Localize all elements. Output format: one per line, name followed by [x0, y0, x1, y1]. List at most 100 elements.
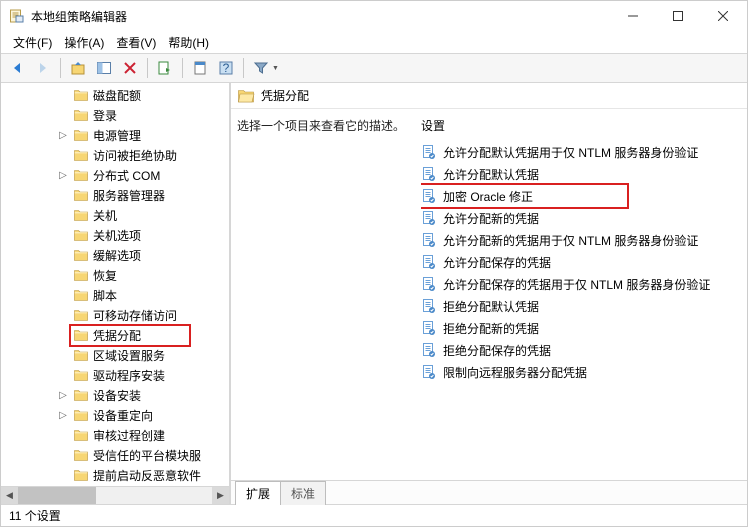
forward-button[interactable] [31, 56, 55, 80]
policy-icon [421, 188, 437, 204]
policy-icon [421, 144, 437, 160]
detail-tabs: 扩展 标准 [231, 480, 747, 504]
status-count: 11 个设置 [9, 507, 61, 524]
detail-pane: 凭据分配 选择一个项目来查看它的描述。 设置 允许分配默认凭据用于仅 NTLM … [231, 83, 747, 504]
export-button[interactable] [153, 56, 177, 80]
titlebar: 本地组策略编辑器 [1, 1, 747, 31]
setting-label: 允许分配默认凭据 [443, 166, 539, 183]
tree-item-label: 关机选项 [93, 227, 141, 244]
properties-button[interactable] [188, 56, 212, 80]
tree-scroll[interactable]: 磁盘配额登录▷电源管理访问被拒绝协助 ▷ 分布式 COM服务器管理器关机关机选项缓解… [1, 83, 229, 486]
expand-icon[interactable]: ▷ [57, 130, 69, 141]
scroll-thumb[interactable] [18, 487, 96, 504]
tree-item[interactable]: 提前启动反恶意软件 [1, 465, 229, 485]
folder-icon [73, 327, 89, 343]
tree-item-label: 可移动存储访问 [93, 307, 177, 324]
tree-item[interactable]: 服务器管理器 [1, 185, 229, 205]
folder-icon [73, 267, 89, 283]
menu-action[interactable]: 操作(A) [60, 32, 108, 53]
filter-button[interactable] [249, 56, 273, 80]
tree-item[interactable]: ▷设备安装 [1, 385, 229, 405]
tree-item[interactable]: 磁盘配额 [1, 85, 229, 105]
tree-item-label: 关机 [93, 207, 117, 224]
setting-row[interactable]: 拒绝分配保存的凭据 [421, 339, 741, 361]
tree-item[interactable]: ▷ 分布式 COM [1, 165, 229, 185]
setting-row[interactable]: 允许分配保存的凭据 [421, 251, 741, 273]
policy-icon [421, 320, 437, 336]
folder-icon [73, 407, 89, 423]
folder-open-icon [237, 87, 255, 105]
setting-row[interactable]: 允许分配默认凭据用于仅 NTLM 服务器身份验证 [421, 141, 741, 163]
scroll-track[interactable] [18, 487, 212, 504]
show-hide-tree-button[interactable] [92, 56, 116, 80]
tree-item[interactable]: ▷ 设备重定向 [1, 405, 229, 425]
up-button[interactable] [66, 56, 90, 80]
menu-file[interactable]: 文件(F) [9, 32, 56, 53]
folder-icon [73, 87, 89, 103]
setting-label: 加密 Oracle 修正 [443, 188, 533, 205]
setting-label: 拒绝分配默认凭据 [443, 298, 539, 315]
toolbar-separator [60, 58, 61, 78]
expand-icon[interactable]: ▷ [57, 170, 69, 181]
setting-row[interactable]: 拒绝分配新的凭据 [421, 317, 741, 339]
tree-item-label: 区域设置服务 [93, 347, 165, 364]
toolbar: ? ▼ [1, 53, 747, 83]
policy-icon [421, 342, 437, 358]
tree-item[interactable]: 关机 [1, 205, 229, 225]
tree-item[interactable]: 受信任的平台模块服 [1, 445, 229, 465]
folder-icon [73, 307, 89, 323]
policy-icon [421, 232, 437, 248]
tree-item-label: 设备重定向 [93, 407, 153, 424]
tree-item[interactable]: 关机选项 [1, 225, 229, 245]
tree-item-label: 审核过程创建 [93, 427, 165, 444]
close-button[interactable] [700, 2, 745, 30]
tree-item[interactable]: 脚本 [1, 285, 229, 305]
setting-row[interactable]: 限制向远程服务器分配凭据 [421, 361, 741, 383]
folder-icon [73, 167, 89, 183]
tree-horizontal-scrollbar[interactable]: ◀ ▶ [1, 486, 229, 504]
tree-item[interactable]: 审核过程创建 [1, 425, 229, 445]
column-header-setting[interactable]: 设置 [421, 117, 741, 137]
setting-label: 允许分配新的凭据 [443, 210, 539, 227]
setting-row[interactable]: 允许分配默认凭据 [421, 163, 741, 185]
help-button[interactable]: ? [214, 56, 238, 80]
back-button[interactable] [5, 56, 29, 80]
setting-row[interactable]: 允许分配保存的凭据用于仅 NTLM 服务器身份验证 [421, 273, 741, 295]
tree-item[interactable]: 恢复 [1, 265, 229, 285]
maximize-button[interactable] [655, 2, 700, 30]
policy-icon [421, 254, 437, 270]
setting-label: 允许分配保存的凭据 [443, 254, 551, 271]
delete-button[interactable] [118, 56, 142, 80]
tree-item[interactable]: 缓解选项 [1, 245, 229, 265]
tree-item[interactable]: ▷电源管理 [1, 125, 229, 145]
setting-row[interactable]: 允许分配新的凭据用于仅 NTLM 服务器身份验证 [421, 229, 741, 251]
tree-item[interactable]: 区域设置服务 [1, 345, 229, 365]
tree-item[interactable]: 可移动存储访问 [1, 305, 229, 325]
tree-item-label: 驱动程序安装 [93, 367, 165, 384]
settings-list: 允许分配默认凭据用于仅 NTLM 服务器身份验证允许分配默认凭据加密 Oracl… [421, 141, 741, 480]
folder-icon [73, 227, 89, 243]
scroll-left-button[interactable]: ◀ [1, 487, 18, 504]
tab-standard[interactable]: 标准 [280, 481, 326, 505]
filter-dropdown-icon[interactable]: ▼ [272, 65, 279, 72]
tree-item-label: 分布式 COM [93, 167, 160, 184]
tree-item[interactable]: 凭据分配 [1, 325, 229, 345]
tab-extended[interactable]: 扩展 [235, 481, 281, 505]
expand-icon[interactable]: ▷ [57, 390, 69, 401]
tree-item[interactable]: 驱动程序安装 [1, 365, 229, 385]
minimize-button[interactable] [610, 2, 655, 30]
tree-item[interactable]: 登录 [1, 105, 229, 125]
setting-row[interactable]: 允许分配新的凭据 [421, 207, 741, 229]
menu-view[interactable]: 查看(V) [112, 32, 160, 53]
tree-item-label: 受信任的平台模块服 [93, 447, 201, 464]
folder-icon [73, 467, 89, 483]
app-icon [9, 8, 25, 24]
setting-row[interactable]: 拒绝分配默认凭据 [421, 295, 741, 317]
expand-icon[interactable]: ▷ [57, 410, 69, 421]
setting-row[interactable]: 加密 Oracle 修正 [421, 185, 741, 207]
scroll-right-button[interactable]: ▶ [212, 487, 229, 504]
window-title: 本地组策略编辑器 [31, 8, 610, 25]
menu-help[interactable]: 帮助(H) [164, 32, 213, 53]
folder-icon [73, 247, 89, 263]
tree-item[interactable]: 访问被拒绝协助 [1, 145, 229, 165]
